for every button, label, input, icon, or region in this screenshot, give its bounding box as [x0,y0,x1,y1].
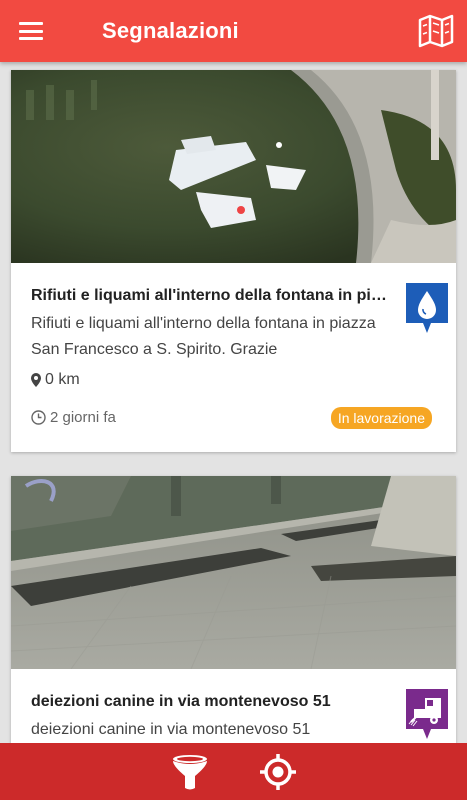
report-description: deiezioni canine in via montenevoso 51 [31,721,311,738]
location-pin-icon [31,373,41,387]
map-icon [418,14,454,48]
report-card[interactable]: Rifiuti e liquami all'interno della font… [11,70,456,452]
my-location-icon [259,753,296,790]
report-description: Rifiuti e liquami all'interno della font… [31,315,376,358]
app-bar: Segnalazioni [0,0,467,62]
time-ago: 2 giorni fa [50,409,116,426]
report-photo-fountain [11,70,456,263]
bottom-bar [0,743,467,800]
report-title: deiezioni canine in via montenevoso 51 [31,693,331,710]
filter-button[interactable] [166,748,214,796]
hamburger-menu-icon [19,22,43,40]
filter-funnel-icon [172,754,207,789]
distance-value: 0 km [45,371,80,388]
page-title: Segnalazioni [102,18,239,43]
map-view-button[interactable] [417,12,455,50]
water-drop-icon [406,283,448,333]
report-photo-sidewalk [11,476,456,669]
clock-icon [31,410,46,425]
report-title: Rifiuti e liquami all'interno della font… [31,287,393,304]
street-sweeper-icon [406,689,448,739]
menu-button[interactable] [0,0,62,62]
status-badge: In lavorazione [330,407,432,429]
report-distance: 0 km [31,371,80,389]
reports-feed[interactable]: Rifiuti e liquami all'interno della font… [0,62,467,743]
report-time: 2 giorni fa [31,409,116,426]
report-card[interactable]: deiezioni canine in via montenevoso 51 d… [11,476,456,743]
locate-me-button[interactable] [254,748,302,796]
